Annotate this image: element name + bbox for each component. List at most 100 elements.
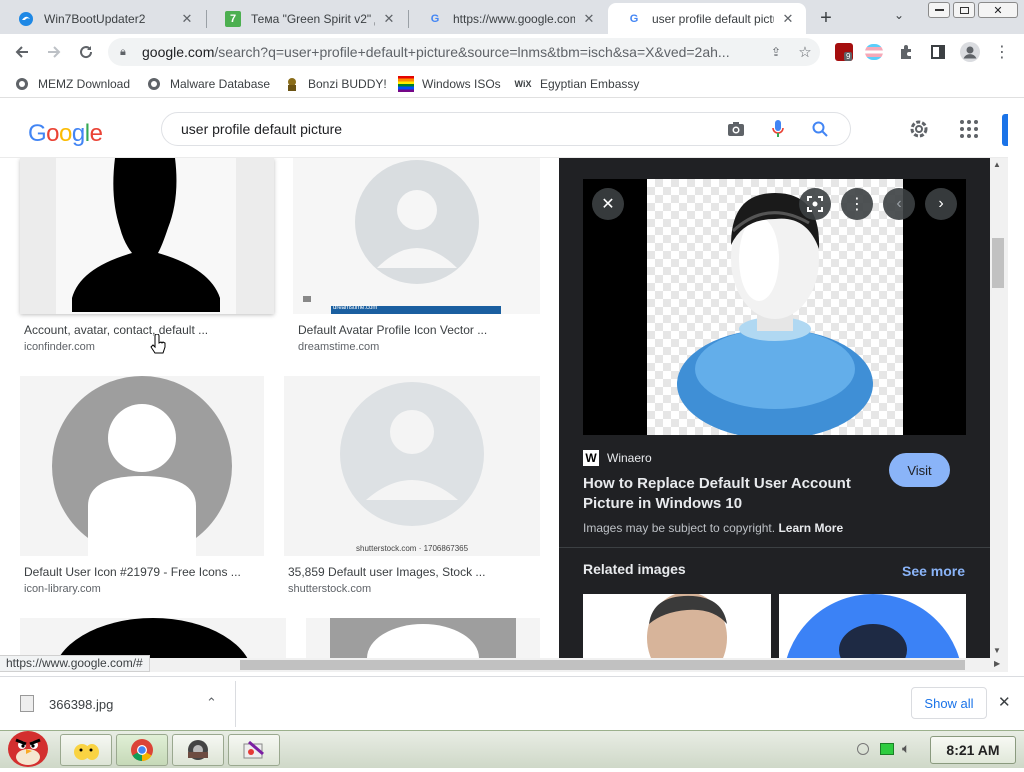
back-button[interactable] xyxy=(10,40,34,64)
source-name[interactable]: Winaero xyxy=(607,451,652,465)
result-site[interactable]: shutterstock.com xyxy=(288,583,371,595)
bookmark-memz[interactable]: MEMZ Download xyxy=(14,76,130,92)
restore-button[interactable] xyxy=(953,2,975,18)
more-menu-icon[interactable]: ⋮ xyxy=(990,40,1014,64)
reload-button[interactable] xyxy=(74,40,98,64)
tab-search-chevron-icon[interactable]: ⌄ xyxy=(894,8,904,22)
result-title[interactable]: Default Avatar Profile Icon Vector ... xyxy=(298,323,487,337)
extensions-puzzle-icon[interactable] xyxy=(894,40,918,64)
preview-title-line1[interactable]: How to Replace Default User Account xyxy=(583,474,851,494)
side-panel-icon[interactable] xyxy=(926,40,950,64)
result-thumbnail[interactable]: dreamstime.com xyxy=(293,158,540,314)
status-bubble: https://www.google.com/# xyxy=(0,655,150,672)
scroll-thumb[interactable] xyxy=(240,660,965,670)
chick-icon xyxy=(74,744,99,760)
scroll-up-arrow-icon[interactable]: ▲ xyxy=(993,160,1001,169)
pride-extension-icon[interactable] xyxy=(865,44,883,60)
bookmark-windows-isos[interactable]: Windows ISOs xyxy=(398,76,501,92)
result-thumbnail[interactable] xyxy=(20,618,286,658)
profile-avatar-icon[interactable] xyxy=(958,40,982,64)
taskbar-explorer[interactable] xyxy=(60,734,112,766)
search-box[interactable]: user profile default picture xyxy=(161,112,851,146)
scroll-down-arrow-icon[interactable]: ▼ xyxy=(993,646,1001,655)
microphone-icon[interactable] xyxy=(766,117,790,141)
close-window-button[interactable]: ✕ xyxy=(978,2,1018,18)
camera-lens-icon[interactable] xyxy=(724,117,748,141)
close-icon[interactable]: ✕ xyxy=(381,11,397,27)
horizontal-scrollbar[interactable]: ▶ xyxy=(0,658,1008,672)
settings-gear-icon[interactable] xyxy=(908,118,930,143)
more-options-icon[interactable]: ⋮ xyxy=(841,188,873,220)
tab-green-spirit[interactable]: 7 Тема "Green Spirit v2" дл ✕ xyxy=(207,3,407,34)
preview-image-frame xyxy=(583,179,966,439)
visit-button[interactable]: Visit xyxy=(889,453,950,487)
scroll-right-arrow-icon[interactable]: ▶ xyxy=(994,659,1000,668)
copyright-text: Images may be subject to copyright. xyxy=(583,521,776,535)
close-icon[interactable]: ✕ xyxy=(179,11,195,27)
search-query[interactable]: user profile default picture xyxy=(181,121,724,137)
related-image[interactable] xyxy=(583,594,771,658)
next-image-button[interactable]: › xyxy=(925,188,957,220)
result-thumbnail[interactable] xyxy=(20,376,264,556)
result-thumbnail[interactable]: shutterstock.com · 1706867365 xyxy=(284,376,540,556)
close-icon[interactable]: ✕ xyxy=(780,11,796,27)
download-item[interactable]: 366398.jpg ⌃ xyxy=(0,681,236,727)
result-thumbnail[interactable] xyxy=(20,158,274,314)
globe-icon xyxy=(146,76,162,92)
bookmark-egyptian-embassy[interactable]: WiX Egyptian Embassy xyxy=(514,76,640,92)
lock-icon[interactable]: 🔒︎ xyxy=(120,46,132,59)
taskbar-chrome[interactable] xyxy=(116,734,168,766)
vertical-scrollbar[interactable]: ▲ ▼ xyxy=(990,158,1008,658)
close-icon[interactable]: ✕ xyxy=(581,11,597,27)
learn-more-link[interactable]: Learn More xyxy=(778,521,843,535)
bookmark-malware-database[interactable]: Malware Database xyxy=(146,76,270,92)
tray-display-icon[interactable] xyxy=(880,743,894,755)
extension-shield-icon[interactable]: 9 xyxy=(835,43,853,61)
bookmark-label: Egyptian Embassy xyxy=(540,77,640,91)
share-icon[interactable]: ⇪ xyxy=(762,45,790,59)
tab-image-search[interactable]: G user profile default pictur ✕ xyxy=(608,3,806,34)
result-title[interactable]: Account, avatar, contact, default ... xyxy=(24,323,208,337)
google-logo[interactable]: Google xyxy=(28,120,103,148)
taskbar-clock[interactable]: 8:21 AM xyxy=(930,736,1016,764)
bookmark-star-icon[interactable]: ☆ xyxy=(790,43,820,61)
result-site[interactable]: iconfinder.com xyxy=(24,341,95,353)
scroll-thumb[interactable] xyxy=(992,238,1004,288)
result-site[interactable]: icon-library.com xyxy=(24,583,101,595)
new-tab-button[interactable]: + xyxy=(814,6,838,30)
tab-win7bootupdater[interactable]: Win7BootUpdater2 ✕ xyxy=(0,3,205,34)
preview-title-line2[interactable]: Picture in Windows 10 xyxy=(583,494,851,514)
apps-grid-icon[interactable] xyxy=(960,120,978,138)
result-title[interactable]: Default User Icon #21979 - Free Icons ..… xyxy=(24,565,241,579)
chevron-up-icon[interactable]: ⌃ xyxy=(206,695,217,711)
result-site[interactable]: dreamstime.com xyxy=(298,341,379,353)
address-bar[interactable]: 🔒︎ google.com/search?q=user+profile+defa… xyxy=(108,38,820,66)
taskbar-paint-app[interactable] xyxy=(228,734,280,766)
preview-title[interactable]: How to Replace Default User Account Pict… xyxy=(583,474,851,514)
see-more-link[interactable]: See more xyxy=(902,563,965,579)
forward-button[interactable] xyxy=(42,40,66,64)
result-title[interactable]: 35,859 Default user Images, Stock ... xyxy=(288,565,485,579)
download-filename[interactable]: 366398.jpg xyxy=(49,697,113,712)
sign-in-button-edge[interactable] xyxy=(1002,114,1008,146)
taskbar-media-app[interactable] xyxy=(172,734,224,766)
start-button-angry-bird-icon[interactable] xyxy=(4,725,52,769)
related-image[interactable] xyxy=(779,594,966,658)
wix-icon: WiX xyxy=(514,79,532,89)
result-thumbnail[interactable] xyxy=(306,618,540,658)
tray-network-icon[interactable] xyxy=(857,743,869,755)
lens-search-icon[interactable] xyxy=(799,188,831,220)
minimize-button[interactable] xyxy=(928,2,950,18)
close-preview-button[interactable]: ✕ xyxy=(592,188,624,220)
show-all-button[interactable]: Show all xyxy=(911,687,987,719)
tab-label: Тема "Green Spirit v2" дл xyxy=(251,11,375,26)
previous-image-button[interactable]: ‹ xyxy=(883,188,915,220)
tray-volume-icon[interactable]: 🔈︎ xyxy=(902,740,910,757)
close-download-bar-icon[interactable]: ✕ xyxy=(998,693,1011,711)
url-path: /search?q=user+profile+default+picture&s… xyxy=(214,44,730,60)
bookmark-bonzi-buddy[interactable]: Bonzi BUDDY! xyxy=(284,76,387,92)
tab-google-home[interactable]: G https://www.google.com/ ✕ xyxy=(409,3,607,34)
image-results-grid: Account, avatar, contact, default ... ic… xyxy=(0,158,558,658)
reload-icon xyxy=(80,46,93,59)
search-icon[interactable] xyxy=(808,117,832,141)
